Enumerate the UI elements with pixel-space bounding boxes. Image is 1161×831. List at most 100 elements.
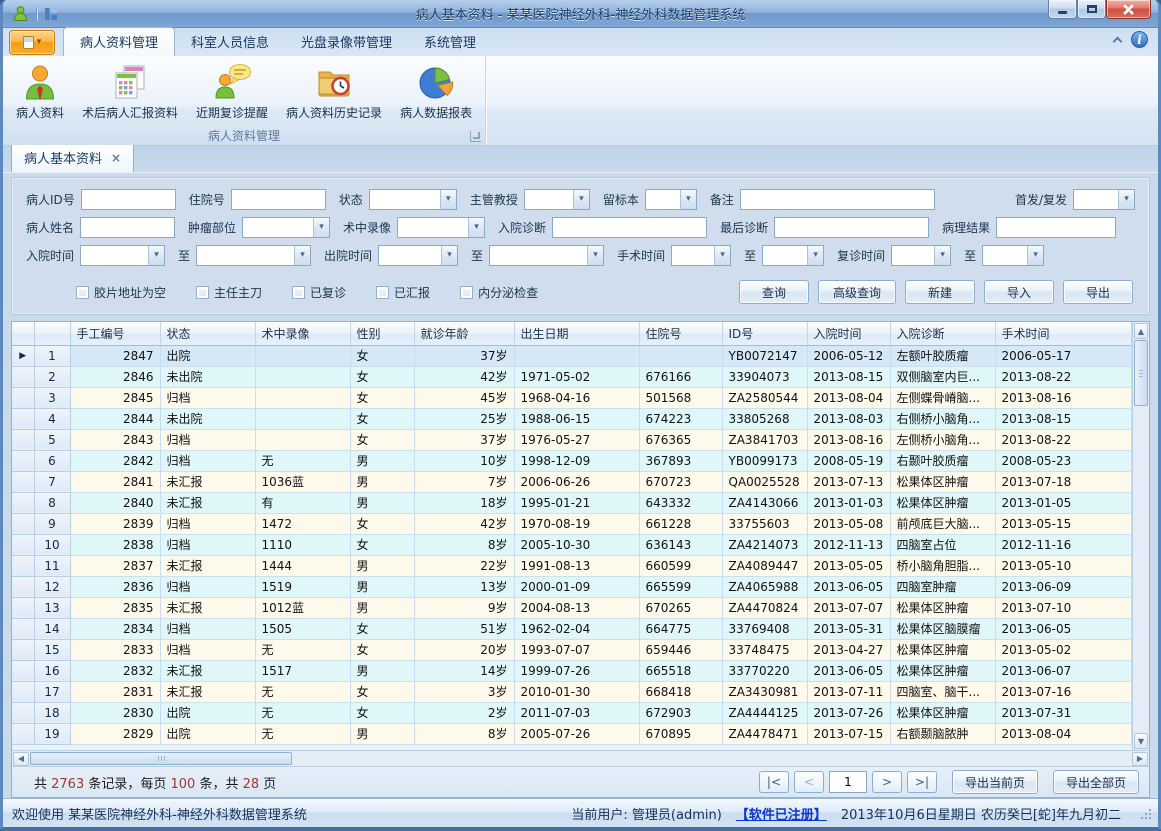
table-cell[interactable]: 2013-08-16 [807, 429, 890, 450]
query-button[interactable]: 查询 [739, 280, 809, 304]
table-cell[interactable]: 2013-07-16 [995, 681, 1132, 702]
table-cell[interactable]: 左额叶胶质瘤 [890, 345, 995, 366]
table-cell[interactable]: 四脑室占位 [890, 534, 995, 555]
pathology-result-input[interactable] [996, 217, 1116, 238]
table-cell[interactable]: 2004-08-13 [514, 597, 639, 618]
table-cell[interactable]: 归档 [160, 513, 255, 534]
tab-patient-basic-info[interactable]: 病人基本资料 × [11, 143, 134, 172]
table-cell[interactable]: 2842 [70, 450, 160, 471]
row-select-indicator[interactable] [12, 429, 34, 450]
table-cell[interactable]: 无 [255, 639, 350, 660]
table-cell[interactable]: 2012-11-16 [995, 534, 1132, 555]
vertical-scrollbar-thumb[interactable] [1134, 340, 1148, 406]
ribbon-tab-staff-info[interactable]: 科室人员信息 [175, 28, 285, 56]
table-cell[interactable]: 2013-05-05 [807, 555, 890, 576]
film-address-empty-checkbox[interactable]: 胶片地址为空 [76, 284, 166, 301]
row-select-indicator[interactable] [12, 702, 34, 723]
table-cell[interactable]: 右额颞脑脓肿 [890, 723, 995, 744]
layout-icon[interactable] [42, 6, 60, 22]
table-cell[interactable]: ZA4470824 [722, 597, 807, 618]
table-cell[interactable]: 归档 [160, 429, 255, 450]
patient-id-input[interactable] [81, 189, 176, 210]
table-row[interactable]: ▶12847出院女37岁YB00721472006-05-12左额叶胶质瘤200… [12, 345, 1132, 366]
application-menu-button[interactable]: ▾ [9, 30, 55, 55]
table-cell[interactable]: 2000-01-09 [514, 576, 639, 597]
table-cell[interactable]: 2011-07-03 [514, 702, 639, 723]
table-cell[interactable]: 2013-07-15 [807, 723, 890, 744]
table-cell[interactable]: 2013-04-27 [807, 639, 890, 660]
table-cell[interactable]: 1505 [255, 618, 350, 639]
table-cell[interactable]: 33755603 [722, 513, 807, 534]
table-cell[interactable]: 出院 [160, 702, 255, 723]
table-cell[interactable]: 501568 [639, 387, 722, 408]
ribbon-tab-disc-tape[interactable]: 光盘录像带管理 [285, 28, 408, 56]
table-cell[interactable]: 归档 [160, 618, 255, 639]
checkbox-icon[interactable] [376, 286, 389, 299]
tumor-site-combo[interactable]: ▾ [242, 217, 330, 238]
table-cell[interactable]: 右颞叶胶质瘤 [890, 450, 995, 471]
row-select-indicator[interactable] [12, 639, 34, 660]
minimize-button[interactable] [1048, 0, 1077, 19]
table-cell[interactable]: 女 [350, 618, 414, 639]
table-cell[interactable]: 2013-08-16 [995, 387, 1132, 408]
table-cell[interactable]: 2837 [70, 555, 160, 576]
table-cell[interactable]: 2013-01-03 [807, 492, 890, 513]
table-cell[interactable]: 归档 [160, 639, 255, 660]
scroll-left-icon[interactable]: ◀ [13, 752, 29, 766]
row-select-indicator[interactable] [12, 597, 34, 618]
table-cell[interactable]: 2845 [70, 387, 160, 408]
table-cell[interactable]: 33770220 [722, 660, 807, 681]
checkbox-icon[interactable] [460, 286, 473, 299]
ribbon-button-revisit-reminder[interactable]: 近期复诊提醒 [187, 59, 277, 123]
table-cell[interactable]: 2013-05-10 [995, 555, 1132, 576]
column-header[interactable]: 入院时间 [807, 322, 890, 345]
table-row[interactable]: 192829出院无男8岁2005-07-26670895ZA4478471201… [12, 723, 1132, 744]
final-diagnosis-input[interactable] [774, 217, 929, 238]
table-cell[interactable]: 女 [350, 366, 414, 387]
table-cell[interactable]: 男 [350, 597, 414, 618]
table-cell[interactable]: 9岁 [414, 597, 514, 618]
column-header[interactable]: 性别 [350, 322, 414, 345]
table-cell[interactable]: 42岁 [414, 366, 514, 387]
checkbox-icon[interactable] [292, 286, 305, 299]
table-cell[interactable]: 3岁 [414, 681, 514, 702]
table-cell[interactable]: 2013-08-15 [995, 408, 1132, 429]
table-cell[interactable]: 22岁 [414, 555, 514, 576]
table-cell[interactable]: 2岁 [414, 702, 514, 723]
scroll-down-icon[interactable]: ▼ [1134, 733, 1148, 749]
table-cell[interactable]: 2844 [70, 408, 160, 429]
ribbon-button-history-records[interactable]: 病人资料历史记录 [277, 59, 391, 123]
table-cell[interactable]: 659446 [639, 639, 722, 660]
table-cell[interactable]: 2013-07-13 [807, 471, 890, 492]
table-cell[interactable]: 未汇报 [160, 555, 255, 576]
discharge-date-to-combo[interactable]: ▾ [489, 245, 604, 266]
table-cell[interactable]: 1991-08-13 [514, 555, 639, 576]
chevron-down-icon[interactable]: ▾ [148, 246, 164, 265]
row-select-indicator[interactable] [12, 492, 34, 513]
table-cell[interactable]: 2847 [70, 345, 160, 366]
table-cell[interactable]: 661228 [639, 513, 722, 534]
table-cell[interactable]: 未汇报 [160, 492, 255, 513]
table-cell[interactable]: 女 [350, 534, 414, 555]
table-cell[interactable]: 松果体区脑膜瘤 [890, 618, 995, 639]
table-cell[interactable]: 2005-07-26 [514, 723, 639, 744]
table-cell[interactable]: 636143 [639, 534, 722, 555]
table-cell[interactable]: 2013-08-03 [807, 408, 890, 429]
table-cell[interactable]: 33904073 [722, 366, 807, 387]
horizontal-scrollbar-thumb[interactable] [30, 752, 292, 765]
table-cell[interactable] [255, 408, 350, 429]
table-cell[interactable]: ZA4089447 [722, 555, 807, 576]
table-cell[interactable]: 男 [350, 450, 414, 471]
surgery-date-to-combo[interactable]: ▾ [762, 245, 824, 266]
table-cell[interactable]: 10岁 [414, 450, 514, 471]
table-cell[interactable]: ZA4214073 [722, 534, 807, 555]
first-recurrence-combo[interactable]: ▾ [1073, 189, 1135, 210]
table-cell[interactable] [514, 345, 639, 366]
table-cell[interactable]: 1472 [255, 513, 350, 534]
chevron-down-icon[interactable]: ▾ [680, 190, 696, 209]
table-cell[interactable]: 松果体区肿瘤 [890, 702, 995, 723]
horizontal-scrollbar[interactable]: ◀ ▶ [12, 750, 1149, 766]
maximize-button[interactable] [1077, 0, 1106, 19]
row-select-indicator[interactable] [12, 408, 34, 429]
table-cell[interactable]: 7岁 [414, 471, 514, 492]
